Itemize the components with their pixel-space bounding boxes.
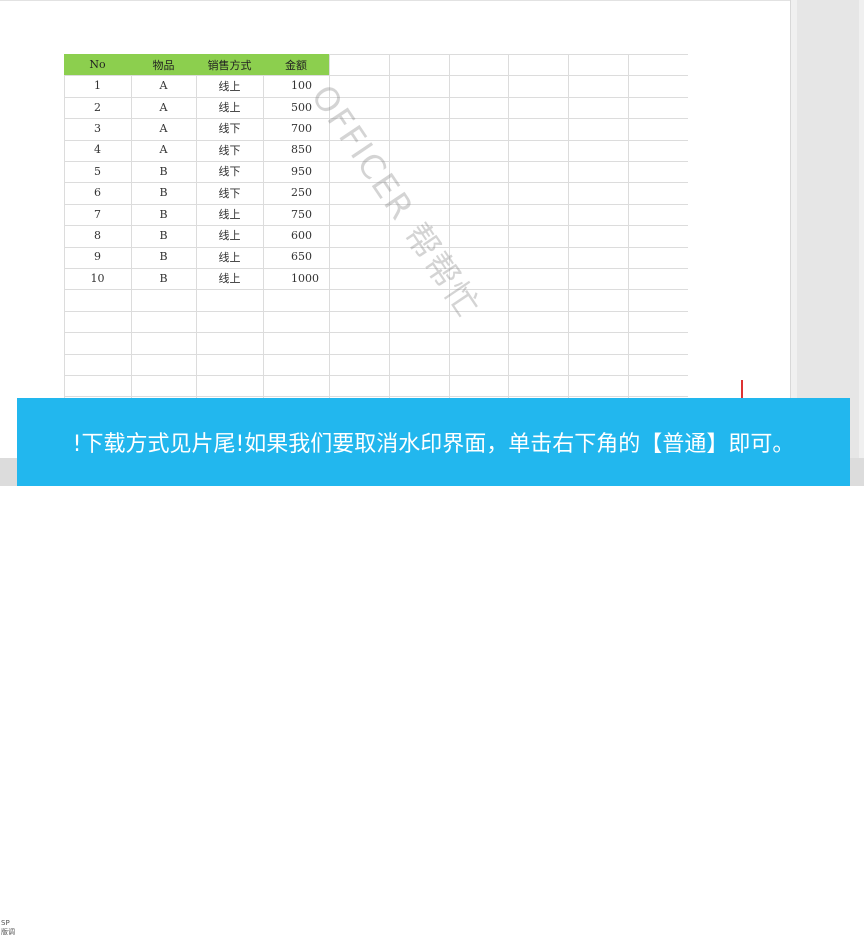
table-header-row: No 物品 销售方式 金额: [64, 54, 329, 75]
cell-sale-method[interactable]: 线上: [196, 203, 263, 224]
cell-sale-method[interactable]: 线上: [196, 268, 263, 289]
cell-amount[interactable]: 650: [263, 246, 329, 267]
cell-sale-method[interactable]: 线上: [196, 96, 263, 117]
cell-no[interactable]: 2: [64, 96, 131, 117]
status-bar-right: [850, 458, 864, 486]
cell-item[interactable]: A: [131, 96, 196, 117]
sales-table: No 物品 销售方式 金额 1 A 线上 100 2 A 线上 500 3 A 线下 700 4 A 线下 8…: [64, 54, 329, 289]
cell-item[interactable]: A: [131, 118, 196, 139]
cell-sale-method[interactable]: 线上: [196, 225, 263, 246]
table-row: 9 B 线上 650: [64, 246, 329, 267]
cell-no[interactable]: 4: [64, 139, 131, 160]
cell-no[interactable]: 9: [64, 246, 131, 267]
header-cell-item[interactable]: 物品: [131, 54, 196, 75]
text-cursor: [741, 380, 743, 400]
cell-no[interactable]: 10: [64, 268, 131, 289]
cell-no[interactable]: 3: [64, 118, 131, 139]
table-row: 10 B 线上 1000: [64, 268, 329, 289]
cell-sale-method[interactable]: 线上: [196, 246, 263, 267]
cell-no[interactable]: 8: [64, 225, 131, 246]
status-bar-left: SP 版调: [0, 458, 17, 936]
cell-item[interactable]: B: [131, 161, 196, 182]
table-row: 7 B 线上 750: [64, 203, 329, 224]
cell-item[interactable]: B: [131, 225, 196, 246]
cell-no[interactable]: 1: [64, 75, 131, 96]
table-row: 2 A 线上 500: [64, 96, 329, 117]
cell-sale-method[interactable]: 线下: [196, 139, 263, 160]
table-row: 3 A 线下 700: [64, 118, 329, 139]
table-row: 4 A 线下 850: [64, 139, 329, 160]
page-top-border: [0, 0, 790, 1]
cell-amount[interactable]: 950: [263, 161, 329, 182]
cell-amount[interactable]: 250: [263, 182, 329, 203]
cell-sale-method[interactable]: 线下: [196, 182, 263, 203]
header-cell-sale-method[interactable]: 销售方式: [196, 54, 263, 75]
cell-amount[interactable]: 1000: [263, 268, 329, 289]
status-fragment: SP 版调: [1, 919, 15, 936]
table-row: 6 B 线下 250: [64, 182, 329, 203]
cell-item[interactable]: B: [131, 268, 196, 289]
cell-amount[interactable]: 850: [263, 139, 329, 160]
cell-no[interactable]: 5: [64, 161, 131, 182]
cell-item[interactable]: B: [131, 182, 196, 203]
table-row: 1 A 线上 100: [64, 75, 329, 96]
table-row: 8 B 线上 600: [64, 225, 329, 246]
subtitle-banner: !下载方式见片尾!如果我们要取消水印界面，单击右下角的【普通】即可。: [17, 398, 850, 486]
cell-item[interactable]: A: [131, 75, 196, 96]
cell-amount[interactable]: 600: [263, 225, 329, 246]
cell-item[interactable]: B: [131, 246, 196, 267]
cell-no[interactable]: 7: [64, 203, 131, 224]
subtitle-text: !下载方式见片尾!如果我们要取消水印界面，单击右下角的【普通】即可。: [72, 432, 795, 457]
header-cell-no[interactable]: No: [64, 54, 131, 75]
cell-sale-method[interactable]: 线上: [196, 75, 263, 96]
cell-item[interactable]: A: [131, 139, 196, 160]
cell-item[interactable]: B: [131, 203, 196, 224]
table-row: 5 B 线下 950: [64, 161, 329, 182]
cell-sale-method[interactable]: 线下: [196, 161, 263, 182]
cell-no[interactable]: 6: [64, 182, 131, 203]
cell-sale-method[interactable]: 线下: [196, 118, 263, 139]
cell-amount[interactable]: 750: [263, 203, 329, 224]
